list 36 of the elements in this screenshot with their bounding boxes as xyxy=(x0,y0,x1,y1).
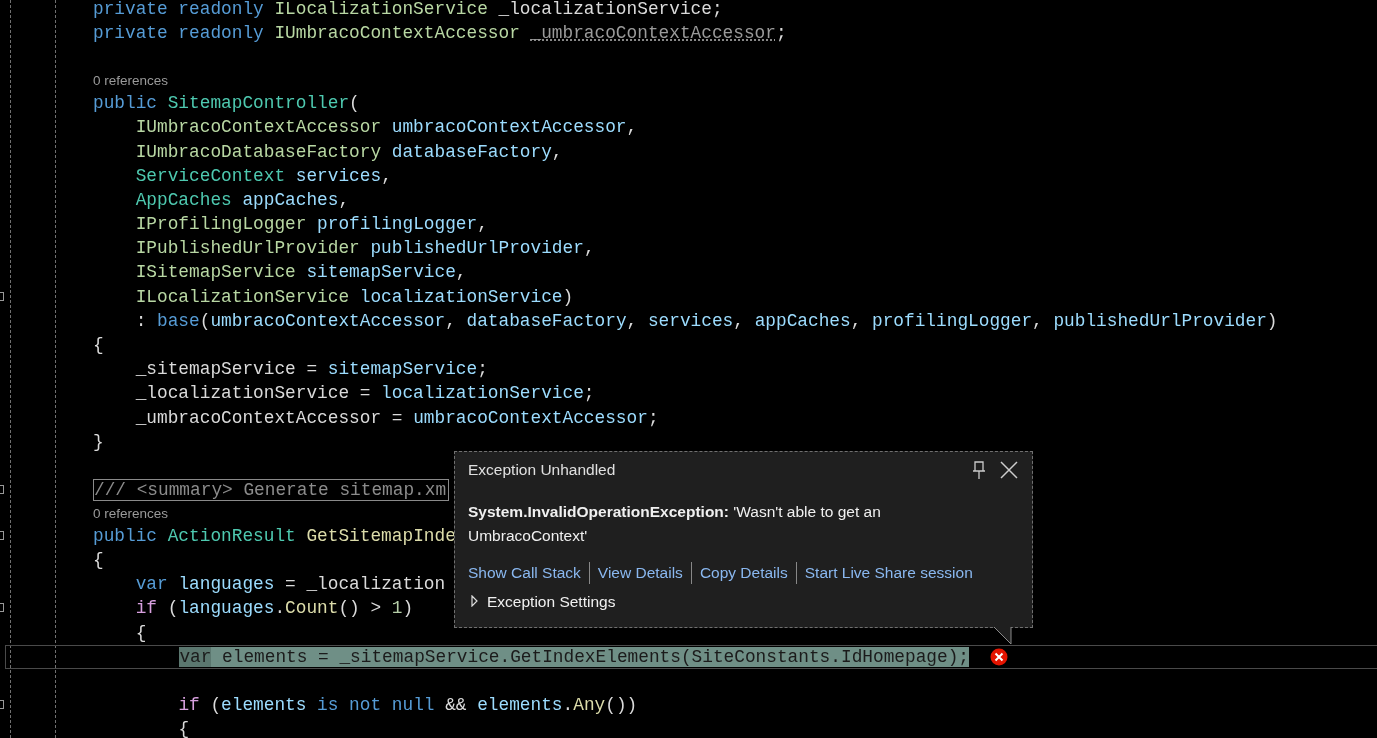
code-line: if (elements is not null && elements.Any()) xyxy=(178,695,638,716)
collapsed-comment[interactable]: /// <summary> Generate sitemap.xm xyxy=(93,479,450,502)
code-line: if (languages.Count() > 1) xyxy=(135,598,414,619)
code-line: ILocalizationService localizationService) xyxy=(135,286,574,307)
code-line: IUmbracoContextAccessor umbracoContextAccessor, xyxy=(135,117,638,138)
code-line: { xyxy=(93,550,104,571)
code-line: private readonly IUmbracoContextAccessor _umbracoContextAccessor; xyxy=(93,23,787,44)
exception-settings-toggle[interactable]: Exception Settings xyxy=(468,593,616,611)
code-line: { xyxy=(178,719,190,738)
code-line: public SitemapController( xyxy=(93,93,360,114)
code-line: : base(umbracoContextAccessor, databaseFactory, services, appCaches, profilingLogger, publishedUrlProvider) xyxy=(135,310,1278,331)
code-line: IPublishedUrlProvider publishedUrlProvider, xyxy=(135,238,595,259)
code-line: ISitemapService sitemapService, xyxy=(135,262,467,283)
popup-title: Exception Unhandled xyxy=(468,461,617,479)
code-line: private readonly ILocalizationService _localizationService; xyxy=(93,0,723,20)
exception-message: System.InvalidOperationException: 'Wasn't able to get an UmbracoContext' xyxy=(468,502,882,546)
code-line: } xyxy=(93,431,104,452)
code-line: { xyxy=(93,335,104,356)
code-line: IUmbracoDatabaseFactory databaseFactory, xyxy=(135,141,563,162)
popup-link[interactable]: Start Live Share session xyxy=(804,564,973,582)
code-line: { xyxy=(135,622,147,643)
popup-link[interactable]: Show Call Stack xyxy=(468,564,581,582)
code-line: public ActionResult GetSitemapInde xyxy=(93,525,456,546)
code-line: IProfilingLogger profilingLogger, xyxy=(135,214,488,235)
popup-link[interactable]: Copy Details xyxy=(699,564,788,582)
code-line: AppCaches appCaches, xyxy=(135,189,350,210)
code-line: _umbracoContextAccessor = umbracoContextAccessor; xyxy=(135,407,659,428)
close-icon[interactable] xyxy=(1000,461,1018,479)
code-line: ServiceContext services, xyxy=(135,165,392,186)
reference-count-link[interactable]: 0 references xyxy=(93,505,169,521)
code-line: _localizationService = localizationService; xyxy=(135,383,595,404)
popup-link[interactable]: View Details xyxy=(597,564,683,582)
code-line: var languages = _localization xyxy=(135,574,446,595)
code-line: _sitemapService = sitemapService; xyxy=(135,359,488,380)
reference-count-link[interactable]: 0 references xyxy=(93,72,169,88)
pin-icon[interactable] xyxy=(972,461,986,479)
